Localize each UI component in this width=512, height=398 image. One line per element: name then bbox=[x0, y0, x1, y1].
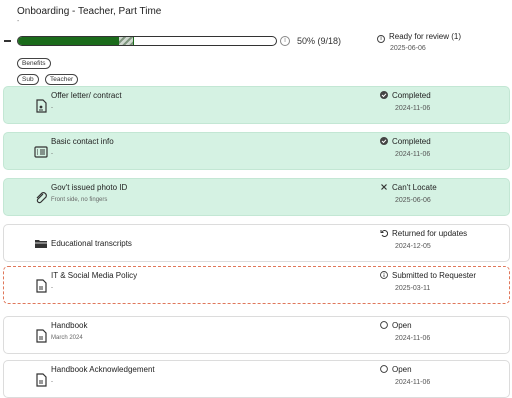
checklist-item[interactable]: Offer letter/ contract - Completed 2024-11-… bbox=[3, 86, 510, 124]
item-date: 2024-11-06 bbox=[395, 105, 431, 112]
item-status-label: Open bbox=[392, 321, 412, 330]
item-status-label: Completed bbox=[392, 137, 431, 146]
item-date: 2024-11-06 bbox=[395, 379, 431, 386]
checklist-item[interactable]: Handbook Acknowledgement - Open 2024-11-06 bbox=[3, 360, 510, 398]
progress-bar bbox=[17, 36, 277, 46]
item-status-label: Completed bbox=[392, 91, 431, 100]
review-date: 2025-06-06 bbox=[390, 45, 426, 52]
item-date: 2025-06-06 bbox=[395, 197, 431, 204]
checklist-item[interactable]: Basic contact info - Completed 2024-11-06 bbox=[3, 132, 510, 170]
item-status[interactable]: Can't Locate bbox=[380, 183, 437, 192]
item-name: Offer letter/ contract bbox=[51, 91, 122, 100]
checklist-item[interactable]: Handbook March 2024 Open 2024-11-06 bbox=[3, 316, 510, 354]
item-date: 2024-11-06 bbox=[395, 335, 431, 342]
item-description: - bbox=[51, 379, 53, 385]
document-signature-icon bbox=[34, 99, 48, 113]
item-status[interactable]: Open bbox=[380, 321, 412, 330]
tag-row-2: Sub Teacher bbox=[17, 68, 80, 86]
progress-stripe bbox=[118, 37, 133, 45]
item-status[interactable]: Completed bbox=[380, 137, 431, 146]
item-description: - bbox=[51, 151, 53, 157]
item-description: - bbox=[51, 285, 53, 291]
item-status-label: Submitted to Requester bbox=[392, 271, 477, 280]
item-status-label: Open bbox=[392, 365, 412, 374]
item-status[interactable]: Submitted to Requester bbox=[380, 271, 476, 280]
item-status-label: Returned for updates bbox=[392, 229, 468, 238]
checklist-item[interactable]: IT & Social Media Policy - Submitted to Re… bbox=[3, 266, 510, 304]
item-status-label: Can't Locate bbox=[392, 183, 437, 192]
list-card-icon bbox=[34, 145, 48, 159]
item-status[interactable]: Open bbox=[380, 365, 412, 374]
item-name: Gov't issued photo ID bbox=[51, 183, 128, 192]
review-status[interactable]: i Ready for review (1) bbox=[377, 32, 461, 43]
progress-fill bbox=[18, 37, 135, 45]
item-date: 2024-11-06 bbox=[395, 151, 431, 158]
document-icon bbox=[34, 329, 48, 343]
document-icon bbox=[34, 373, 48, 387]
tag-sub[interactable]: Sub bbox=[17, 74, 39, 85]
item-date: 2025-03-11 bbox=[395, 285, 431, 292]
item-name: IT & Social Media Policy bbox=[51, 271, 138, 280]
item-name: Handbook bbox=[51, 321, 88, 330]
item-description: Front side, no fingers bbox=[51, 197, 108, 203]
info-circle-icon: i bbox=[377, 35, 385, 43]
page-title: Onboarding - Teacher, Part Time bbox=[17, 6, 162, 17]
x-icon bbox=[380, 183, 388, 191]
item-description: - bbox=[51, 105, 53, 111]
folder-icon bbox=[34, 237, 48, 251]
info-icon[interactable]: i bbox=[280, 36, 290, 46]
progress-text: 50% (9/18) bbox=[297, 36, 342, 46]
document-icon bbox=[34, 279, 48, 293]
page-subtitle: - bbox=[17, 18, 20, 25]
check-circle-icon bbox=[380, 91, 388, 99]
item-name: Handbook Acknowledgement bbox=[51, 365, 155, 374]
item-name: Educational transcripts bbox=[51, 239, 132, 248]
circle-icon bbox=[380, 321, 388, 329]
checklist-item[interactable]: Educational transcripts Returned for upda… bbox=[3, 224, 510, 262]
collapse-toggle-icon[interactable] bbox=[4, 40, 11, 42]
undo-icon bbox=[380, 229, 389, 237]
item-date: 2024-12-05 bbox=[395, 243, 431, 250]
checklist-item[interactable]: Gov't issued photo ID Front side, no fing… bbox=[3, 178, 510, 216]
tag-teacher[interactable]: Teacher bbox=[45, 74, 79, 85]
review-status-label: Ready for review (1) bbox=[389, 32, 462, 41]
info-circle-icon bbox=[380, 271, 388, 279]
paperclip-icon bbox=[34, 191, 48, 205]
item-description: March 2024 bbox=[51, 335, 83, 341]
item-status[interactable]: Completed bbox=[380, 91, 431, 100]
item-status[interactable]: Returned for updates bbox=[380, 229, 467, 238]
check-circle-icon bbox=[380, 137, 388, 145]
circle-icon bbox=[380, 365, 388, 373]
item-name: Basic contact info bbox=[51, 137, 114, 146]
